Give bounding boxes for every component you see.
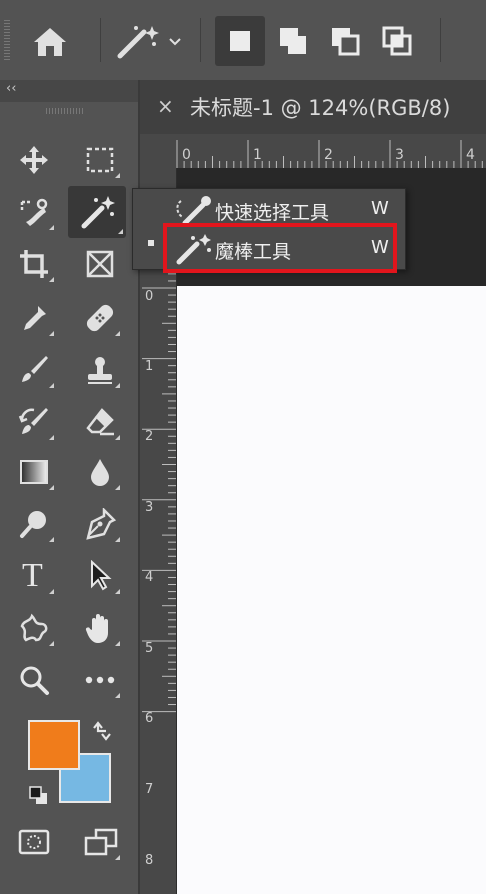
history-brush-tool[interactable] — [14, 402, 54, 442]
hand-tool[interactable] — [80, 608, 120, 648]
swap-colors-button[interactable] — [90, 718, 114, 742]
gradient-icon — [20, 460, 48, 484]
dodge-tool[interactable] — [14, 504, 54, 544]
ruler-label: 6 — [145, 711, 154, 726]
intersect-selection-button[interactable] — [372, 16, 422, 66]
options-bar-grip[interactable] — [4, 20, 10, 60]
intersect-selection-icon — [382, 26, 412, 56]
quick-mask-icon — [18, 829, 50, 855]
eraser-icon — [86, 408, 114, 436]
screen-mode-button[interactable] — [80, 822, 120, 862]
ruler-label: 1 — [145, 359, 154, 374]
annotation-highlight-box — [163, 223, 397, 273]
flyout-item-shortcut: W — [371, 198, 389, 219]
zoom-tool[interactable] — [14, 660, 54, 700]
crop-icon — [20, 250, 48, 278]
ruler-label: 4 — [466, 147, 475, 163]
gradient-tool[interactable] — [14, 452, 54, 492]
screen-mode-icon — [84, 828, 118, 856]
document-tab-title[interactable]: 未标题-1 @ 124%(RGB/8) — [190, 92, 450, 122]
ruler-label: 7 — [145, 782, 154, 797]
ruler-label: 5 — [145, 641, 154, 656]
ruler-label: 0 — [182, 147, 191, 163]
stamp-icon — [88, 357, 112, 384]
default-colors-icon — [29, 786, 47, 804]
brush-icon — [22, 356, 48, 382]
add-to-selection-icon — [280, 28, 306, 54]
move-tool[interactable] — [14, 140, 54, 180]
pen-tool[interactable] — [80, 504, 120, 544]
toolbar-grip[interactable] — [46, 108, 84, 114]
history-brush-icon — [18, 408, 48, 434]
ruler-label: 4 — [145, 570, 154, 585]
eraser-tool[interactable] — [80, 402, 120, 442]
custom-shape-icon — [20, 613, 48, 642]
quick-selection-icon — [176, 196, 211, 226]
object-selection-tool[interactable] — [14, 192, 54, 232]
swap-arrows-icon — [93, 721, 111, 741]
zoom-icon — [20, 666, 49, 695]
crop-tool[interactable] — [14, 244, 54, 284]
default-colors-button[interactable] — [28, 785, 50, 807]
ruler-label: 2 — [145, 429, 154, 444]
rectangular-marquee-tool[interactable] — [80, 140, 120, 180]
close-icon[interactable]: × — [157, 94, 174, 118]
healing-brush-tool[interactable] — [80, 298, 120, 338]
hand-icon — [85, 614, 108, 643]
collapse-toolbar-button[interactable]: ‹‹ — [6, 81, 16, 96]
move-icon — [20, 146, 48, 174]
tool-preset-picker[interactable] — [114, 20, 188, 62]
bandage-icon — [86, 304, 114, 332]
ruler-label: 2 — [324, 147, 333, 163]
horizontal-ruler: 0 1 2 3 4 — [140, 134, 486, 169]
quick-mask-button[interactable] — [14, 822, 54, 862]
foreground-color-swatch[interactable] — [28, 720, 80, 770]
dodge-icon — [20, 511, 46, 538]
subtract-from-selection-button[interactable] — [320, 16, 370, 66]
path-selection-tool[interactable] — [80, 556, 120, 596]
ruler-label: 8 — [145, 853, 154, 868]
subtract-from-selection-icon — [332, 28, 360, 56]
type-tool[interactable]: T — [14, 556, 54, 596]
selected-tool-indicator — [148, 240, 154, 246]
vertical-ruler: 0 1 2 3 4 5 6 7 8 — [140, 168, 177, 894]
frame-icon — [86, 250, 114, 278]
pen-icon — [86, 508, 116, 540]
home-icon — [34, 28, 66, 56]
arrow-cursor-icon — [91, 560, 112, 591]
clone-stamp-tool[interactable] — [80, 350, 120, 390]
home-button[interactable] — [28, 22, 72, 60]
magic-wand-icon — [117, 26, 181, 59]
blur-tool[interactable] — [80, 452, 120, 492]
ruler-label: 3 — [395, 147, 404, 163]
edit-toolbar-tool[interactable] — [80, 660, 120, 700]
rectangular-marquee-icon — [86, 147, 114, 173]
ruler-label: 1 — [253, 147, 262, 163]
toolbar-header — [0, 80, 138, 102]
options-bar — [0, 0, 486, 81]
type-icon: T — [22, 557, 43, 594]
ruler-label: 0 — [145, 289, 154, 304]
new-selection-button[interactable] — [215, 16, 265, 66]
eyedropper-tool[interactable] — [14, 298, 54, 338]
object-selection-icon — [20, 198, 48, 226]
document-canvas[interactable] — [177, 286, 486, 894]
frame-tool[interactable] — [80, 244, 120, 284]
magic-wand-icon — [81, 196, 115, 229]
drop-icon — [91, 459, 109, 486]
brush-tool[interactable] — [14, 350, 54, 390]
more-dots-icon — [85, 676, 115, 684]
custom-shape-tool[interactable] — [14, 608, 54, 648]
magic-wand-tool[interactable] — [68, 186, 126, 238]
add-to-selection-button[interactable] — [268, 16, 318, 66]
new-selection-icon — [230, 31, 250, 51]
ruler-label: 3 — [145, 500, 154, 515]
eyedropper-icon — [24, 306, 46, 330]
flyout-item-label: 快速选择工具 — [215, 202, 330, 224]
